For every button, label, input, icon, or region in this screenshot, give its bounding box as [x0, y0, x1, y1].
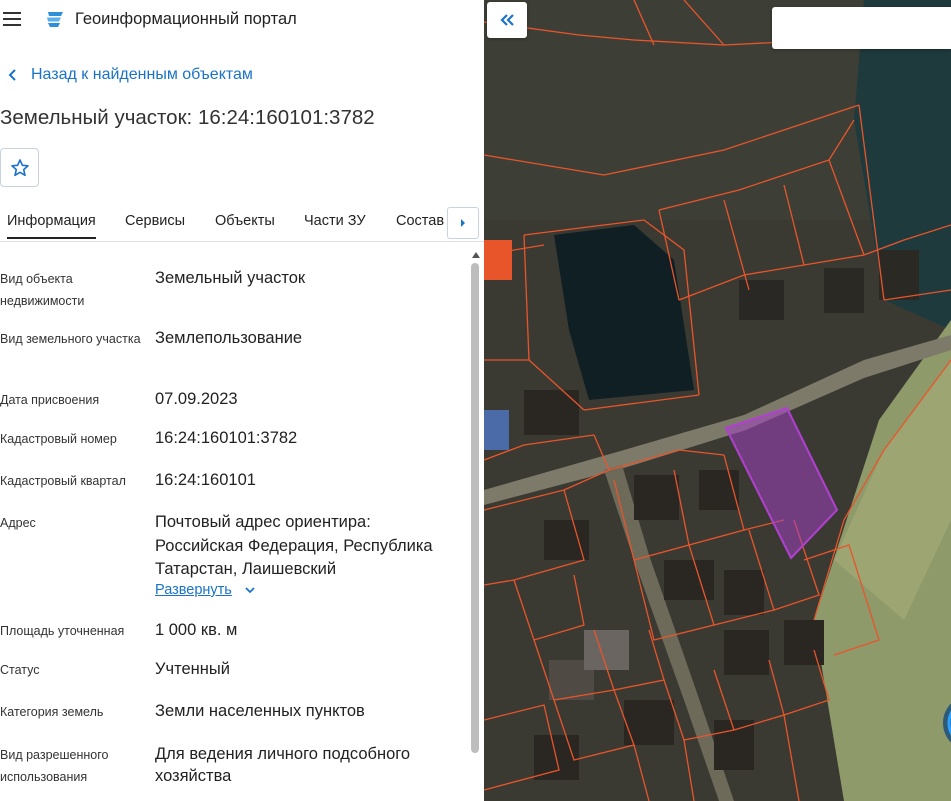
detail-label: Вид земельного участка [0, 332, 141, 346]
detail-label: Статус [0, 663, 40, 677]
detail-label: Дата присвоения [0, 393, 100, 407]
cadastral-map[interactable] [484, 0, 951, 801]
object-title: Земельный участок: 16:24:160101:3782 [0, 106, 375, 129]
hamburger-icon[interactable] [3, 12, 21, 26]
back-label: Назад к найденным объектам [31, 66, 253, 83]
expand-address-link[interactable]: Развернуть [155, 582, 256, 598]
detail-label: Площадь уточненная [0, 624, 125, 638]
portal-logo-icon [47, 12, 63, 27]
scroll-up-arrow-icon[interactable] [472, 252, 480, 258]
details-scrollbar[interactable] [469, 246, 483, 801]
detail-label: Вид объекта недвижимости [0, 272, 85, 308]
object-info-panel: Геоинформационный портал Назад к найденн… [0, 0, 484, 801]
star-icon [10, 158, 29, 176]
chevron-down-icon [245, 587, 255, 594]
collapse-panel-button[interactable] [487, 2, 527, 38]
satellite-map-layer[interactable] [484, 0, 951, 801]
detail-label: Кадастровый номер [0, 432, 117, 446]
tabs-scroll-right-button[interactable] [447, 207, 479, 239]
detail-label: Кадастровый квартал [0, 474, 126, 488]
expand-label: Развернуть [155, 582, 232, 598]
caret-right-icon [461, 219, 465, 227]
chevron-left-icon [8, 69, 16, 81]
detail-label: Вид разрешенного использования [0, 748, 109, 784]
detail-value: 1 000 кв. м [155, 621, 238, 639]
portal-title: Геоинформационный портал [75, 10, 297, 28]
double-chevron-left-icon [500, 14, 514, 26]
tab-services[interactable]: Сервисы [125, 213, 185, 229]
back-to-results-link[interactable]: Назад к найденным объектам [6, 66, 253, 84]
tab-composition[interactable]: Состав [396, 213, 444, 229]
object-tabs: Информация Сервисы Объекты Части ЗУ Сост… [0, 204, 484, 242]
address-value: Почтовый адрес ориентира: Российская Фед… [155, 513, 433, 578]
detail-value: 07.09.2023 [155, 390, 238, 408]
tab-parts[interactable]: Части ЗУ [304, 213, 366, 229]
map-location-widget-icon[interactable] [931, 693, 951, 753]
detail-label: Адрес [0, 516, 36, 530]
detail-value: Землепользование [155, 329, 303, 347]
portal-header: Геоинформационный портал [0, 0, 484, 40]
detail-value: Учтенный [155, 660, 230, 678]
tab-objects[interactable]: Объекты [215, 213, 275, 229]
scroll-thumb[interactable] [471, 263, 479, 753]
map-search-input[interactable] [772, 7, 951, 49]
detail-value: Земли населенных пунктов [155, 702, 365, 720]
detail-label: Категория земель [0, 705, 104, 719]
favorite-button[interactable] [0, 148, 39, 187]
detail-value: Для ведения личного подсобного хозяйства [155, 745, 411, 785]
detail-value: 16:24:160101 [155, 471, 256, 489]
detail-value: 16:24:160101:3782 [155, 429, 298, 447]
tab-info[interactable]: Информация [7, 213, 96, 239]
detail-value: Земельный участок [155, 269, 306, 287]
